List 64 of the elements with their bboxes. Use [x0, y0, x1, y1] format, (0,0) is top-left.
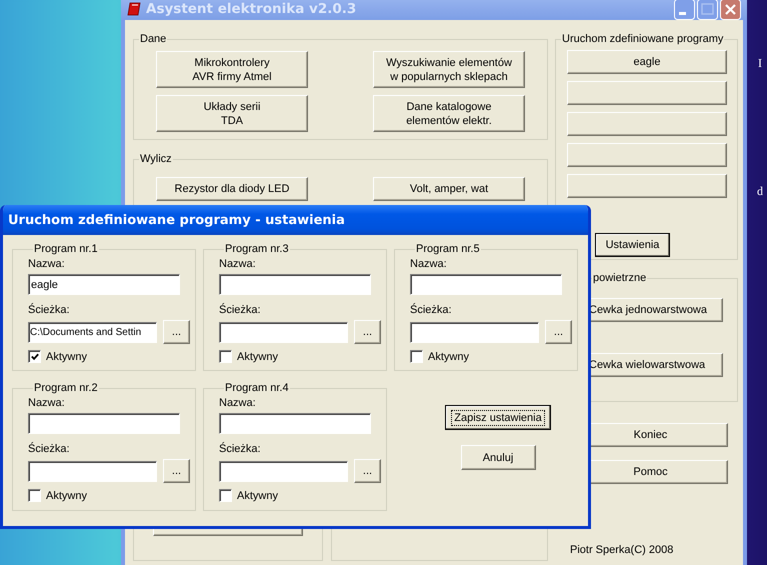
group-title: Wylicz	[139, 153, 173, 165]
checkbox-label: Aktywny	[46, 490, 87, 502]
dialog-button[interactable]: Anuluj	[460, 445, 536, 470]
checkbox-label: Aktywny	[46, 350, 87, 362]
path-input[interactable]: C:\Documents and Settin	[28, 322, 157, 342]
name-input[interactable]	[219, 274, 371, 295]
dialog-button[interactable]: Zapisz ustawienia	[445, 405, 551, 430]
checkbox[interactable]	[219, 489, 232, 502]
browse-button[interactable]: ...	[163, 459, 190, 483]
menu-button[interactable]: Mikrokontrolery AVR firmy Atmel	[156, 51, 308, 88]
group-title: Dane	[139, 33, 168, 45]
menu-button[interactable]: Układy serii TDA	[156, 95, 308, 132]
name-input[interactable]	[410, 274, 562, 295]
program-button[interactable]	[567, 112, 727, 136]
path-input[interactable]	[28, 460, 157, 482]
copyright-text: Piotr Sperka(C) 2008	[570, 544, 674, 556]
name-input[interactable]	[219, 413, 371, 434]
desktop-icon-label[interactable]: d	[757, 184, 763, 199]
name-input[interactable]: eagle	[28, 274, 180, 295]
checkbox[interactable]	[410, 350, 423, 363]
browse-button[interactable]: ...	[163, 320, 190, 344]
path-input[interactable]	[219, 460, 348, 482]
browse-button[interactable]: ...	[545, 320, 572, 344]
checkbox-label: Aktywny	[237, 350, 278, 362]
path-input[interactable]	[410, 322, 539, 342]
checkbox-label: Aktywny	[428, 350, 469, 362]
settings-button[interactable]: Ustawienia	[595, 233, 670, 257]
book-icon	[127, 2, 141, 16]
menu-button[interactable]: Wyszukiwanie elementów w popularnych sklepach	[373, 51, 525, 88]
field-label: Nazwa:	[28, 258, 66, 272]
group-title: powietrzne	[592, 272, 648, 284]
group-title: Program nr.2	[33, 382, 99, 394]
menu-button[interactable]: Rezystor dla diody LED	[156, 177, 308, 201]
browse-button[interactable]: ...	[354, 459, 381, 483]
field-label: Ścieżka:	[410, 304, 453, 318]
browse-button[interactable]: ...	[354, 320, 381, 344]
group-title: Program nr.5	[415, 243, 481, 255]
checkbox[interactable]	[28, 489, 41, 502]
path-input[interactable]	[219, 322, 348, 342]
field-label: Ścieżka:	[28, 304, 71, 318]
field-label: Nazwa:	[410, 258, 448, 272]
group-title: Program nr.1	[33, 243, 99, 255]
program-button[interactable]: eagle	[567, 50, 727, 74]
field-label: Nazwa:	[28, 397, 66, 411]
field-label: Ścieżka:	[219, 304, 262, 318]
field-label: Ścieżka:	[28, 443, 71, 457]
field-label: Ścieżka:	[219, 443, 262, 457]
field-label: Nazwa:	[219, 397, 257, 411]
menu-button[interactable]: Dane katalogowe elementów elektr.	[373, 95, 525, 132]
program-button[interactable]	[567, 81, 727, 105]
program-button[interactable]	[567, 174, 727, 198]
name-input[interactable]	[28, 413, 180, 434]
checkbox[interactable]	[28, 350, 41, 363]
group-title: Program nr.3	[224, 243, 290, 255]
window-title: Asystent elektronika v2.0.3	[146, 1, 356, 17]
checkbox-label: Aktywny	[237, 490, 278, 502]
field-label: Nazwa:	[219, 258, 257, 272]
group-title: Uruchom zdefiniowane programy	[561, 33, 724, 45]
program-button[interactable]	[567, 143, 727, 167]
group-title: Program nr.4	[224, 382, 290, 394]
menu-button[interactable]: Volt, amper, wat	[373, 177, 525, 201]
desktop-icon-label[interactable]: I	[758, 56, 762, 71]
checkbox[interactable]	[219, 350, 232, 363]
window-title: Uruchom zdefiniowane programy - ustawienia	[7, 212, 345, 228]
